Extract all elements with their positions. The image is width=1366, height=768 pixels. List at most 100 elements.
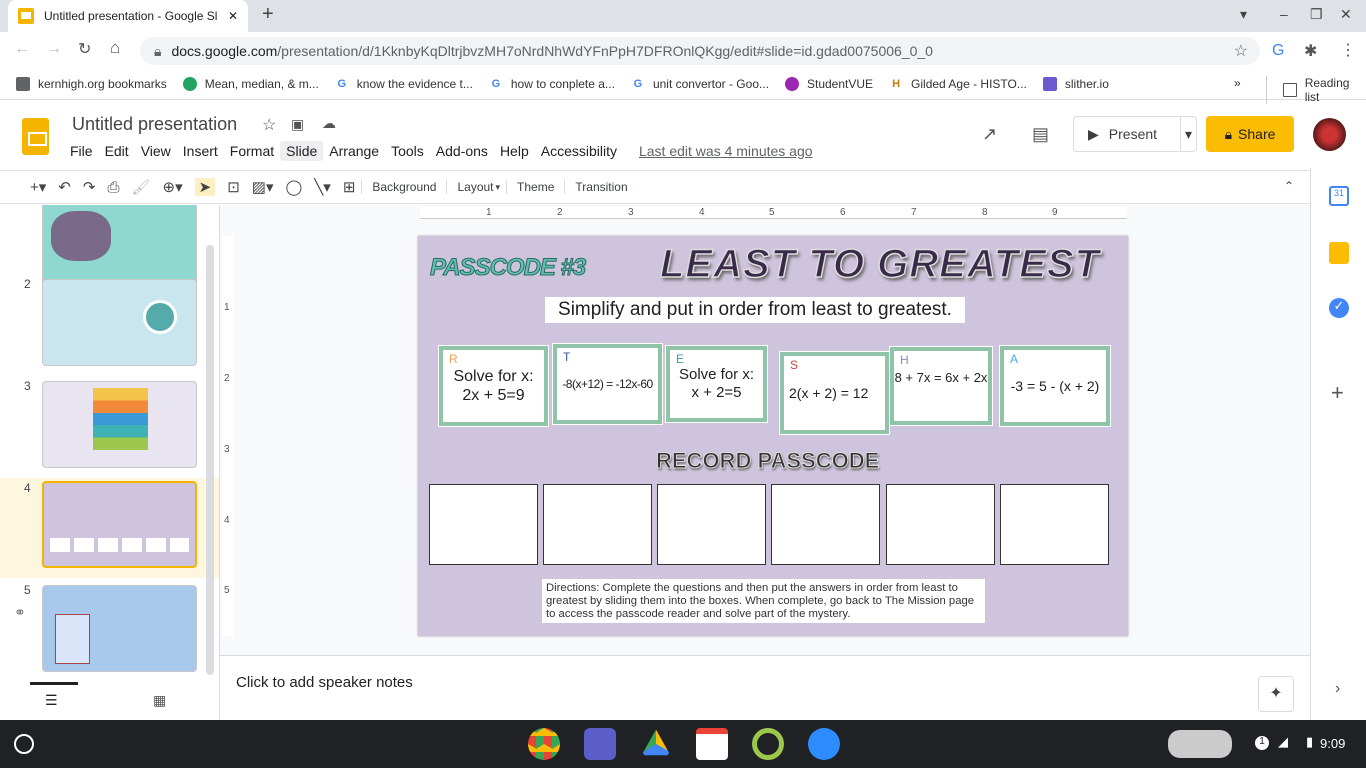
bookmark-0[interactable]: kernhigh.org bookmarks [16, 76, 167, 91]
notification-count[interactable]: 1 [1255, 736, 1269, 750]
menu-slide[interactable]: Slide [280, 141, 324, 161]
move-folder-icon[interactable]: ▣ [291, 116, 304, 133]
tote-thumbnails[interactable] [1168, 730, 1232, 758]
timer-app-icon[interactable] [752, 728, 784, 760]
horizontal-ruler[interactable]: 1 2 3 4 5 6 7 8 9 [420, 207, 1127, 219]
bookmark-7[interactable]: slither.io [1042, 76, 1109, 91]
close-window-icon[interactable]: ✕ [1340, 6, 1352, 23]
comments-icon[interactable]: ▤ [1032, 124, 1049, 145]
chrome-menu-icon[interactable]: ⋮ [1340, 40, 1356, 60]
grid-view-icon[interactable]: ▦ [153, 692, 166, 709]
reload-icon[interactable]: ↻ [78, 39, 91, 59]
menu-add-ons[interactable]: Add-ons [430, 141, 494, 161]
bookmark-1[interactable]: Mean, median, & m... [182, 76, 319, 91]
card-r[interactable]: R Solve for x: 2x + 5=9 [438, 345, 549, 427]
clock[interactable]: 9:09 [1320, 736, 1345, 751]
teams-app-icon[interactable] [584, 728, 616, 760]
passcode-heading[interactable]: PASSCODE #3 [429, 254, 586, 282]
reading-list-button[interactable]: Reading list [1266, 76, 1366, 104]
last-edit-link[interactable]: Last edit was 4 minutes ago [633, 141, 819, 161]
document-title[interactable]: Untitled presentation [72, 114, 237, 135]
answer-box-3[interactable] [657, 484, 766, 565]
account-avatar[interactable] [1313, 118, 1346, 151]
battery-icon[interactable]: ▮ [1306, 734, 1313, 750]
star-icon[interactable]: ☆ [262, 115, 276, 135]
browser-tab[interactable]: Untitled presentation - Google Sl ✕ [8, 0, 248, 32]
comment-add-icon[interactable]: ⊞ [343, 178, 356, 196]
home-icon[interactable]: ⌂ [110, 38, 120, 58]
menu-accessibility[interactable]: Accessibility [535, 141, 623, 161]
record-passcode-heading[interactable]: RECORD PASSCODE [655, 448, 879, 474]
menu-tools[interactable]: Tools [385, 141, 430, 161]
back-icon[interactable]: ← [14, 40, 30, 58]
forward-icon[interactable]: → [46, 40, 62, 58]
bookmark-5[interactable]: StudentVUE [785, 76, 873, 91]
slide-title[interactable]: LEAST TO GREATEST [659, 241, 1100, 287]
bookmark-6[interactable]: H Gilded Age - HISTO... [889, 77, 1027, 91]
keep-icon[interactable] [1329, 242, 1349, 264]
zoom-app-icon[interactable] [808, 728, 840, 760]
card-a[interactable]: A -3 = 5 - (x + 2) [999, 345, 1111, 427]
filmstrip-scrollbar[interactable] [206, 245, 214, 675]
answer-box-2[interactable] [543, 484, 652, 565]
text-box-icon[interactable]: ⊡ [227, 178, 240, 196]
theme-button[interactable]: Theme [506, 180, 564, 194]
maximize-icon[interactable]: ❐ [1310, 6, 1323, 23]
vertical-ruler[interactable]: 1 2 3 4 5 [222, 236, 234, 636]
redo-icon[interactable]: ↷ [83, 178, 96, 196]
background-button[interactable]: Background [361, 180, 446, 194]
close-tab-icon[interactable]: ✕ [228, 9, 238, 23]
bookmark-2[interactable]: Gknow the evidence t... [335, 77, 473, 91]
card-t[interactable]: T -8(x+12) = -12x-60 [552, 343, 663, 425]
new-slide-icon[interactable]: +▾ [30, 178, 46, 196]
answer-box-5[interactable] [886, 484, 995, 565]
collapse-toolbar-icon[interactable]: ⌃ [1284, 179, 1294, 193]
expand-panel-icon[interactable]: › [1335, 680, 1340, 698]
translate-icon[interactable]: G [1272, 42, 1284, 60]
card-s[interactable]: S 2(x + 2) = 12 [779, 351, 890, 435]
add-addon-icon[interactable]: + [1331, 380, 1344, 406]
answer-box-4[interactable] [771, 484, 880, 565]
menu-insert[interactable]: Insert [177, 141, 224, 161]
bookmark-star-icon[interactable]: ☆ [1234, 41, 1248, 61]
more-bookmarks-icon[interactable]: » [1234, 76, 1241, 90]
answer-box-1[interactable] [429, 484, 538, 565]
slide-thumbnail-3[interactable] [42, 381, 197, 468]
chrome-app-icon[interactable] [528, 728, 560, 760]
bookmark-4[interactable]: Gunit convertor - Goo... [631, 77, 769, 91]
link-icon[interactable]: ⚭ [14, 604, 26, 621]
present-dropdown-icon[interactable]: ▾ [1179, 116, 1196, 152]
calendar-icon[interactable]: 31 [1329, 186, 1349, 206]
zoom-icon[interactable]: ⊕▾ [163, 178, 183, 196]
card-h[interactable]: H 8 + 7x = 6x + 2x [889, 346, 993, 426]
menu-edit[interactable]: Edit [99, 141, 135, 161]
menu-arrange[interactable]: Arrange [323, 141, 385, 161]
instruction-text[interactable]: Simplify and put in order from least to … [545, 297, 965, 323]
menu-file[interactable]: File [64, 141, 99, 161]
tab-search-icon[interactable]: ▾ [1240, 6, 1247, 23]
transition-button[interactable]: Transition [564, 180, 637, 194]
undo-icon[interactable]: ↶ [58, 178, 71, 196]
slide-thumbnail-4[interactable] [42, 481, 197, 568]
speaker-notes[interactable]: Click to add speaker notes ✦ [220, 655, 1310, 720]
share-button[interactable]: 🔒︎ Share [1206, 116, 1294, 152]
explore-icon[interactable]: ✦ [1258, 676, 1294, 712]
line-icon[interactable]: ╲▾ [314, 178, 331, 196]
url-input[interactable]: 🔒︎ docs.google.com/presentation/d/1Kknby… [140, 37, 1260, 65]
menu-format[interactable]: Format [224, 141, 280, 161]
gmail-app-icon[interactable] [696, 728, 728, 760]
menu-view[interactable]: View [135, 141, 177, 161]
slide-canvas[interactable]: PASSCODE #3 LEAST TO GREATEST Simplify a… [418, 236, 1128, 636]
answer-box-6[interactable] [1000, 484, 1109, 565]
select-icon[interactable]: ➤ [194, 178, 216, 196]
slide-thumbnail-5[interactable] [42, 585, 197, 672]
bookmark-3[interactable]: Ghow to conplete a... [489, 77, 615, 91]
minimize-icon[interactable]: – [1280, 6, 1288, 22]
cloud-status-icon[interactable]: ☁ [322, 115, 336, 132]
slide-thumbnail-1[interactable] [42, 205, 197, 287]
slide-filmstrip[interactable]: 2 3 4 5 ☰ ▦ [0, 205, 220, 720]
directions-text[interactable]: Directions: Complete the questions and t… [542, 579, 985, 623]
tasks-icon[interactable]: ✓ [1329, 298, 1349, 318]
print-icon[interactable]: ⎙ [107, 179, 119, 196]
shape-icon[interactable]: ◯ [285, 178, 302, 196]
